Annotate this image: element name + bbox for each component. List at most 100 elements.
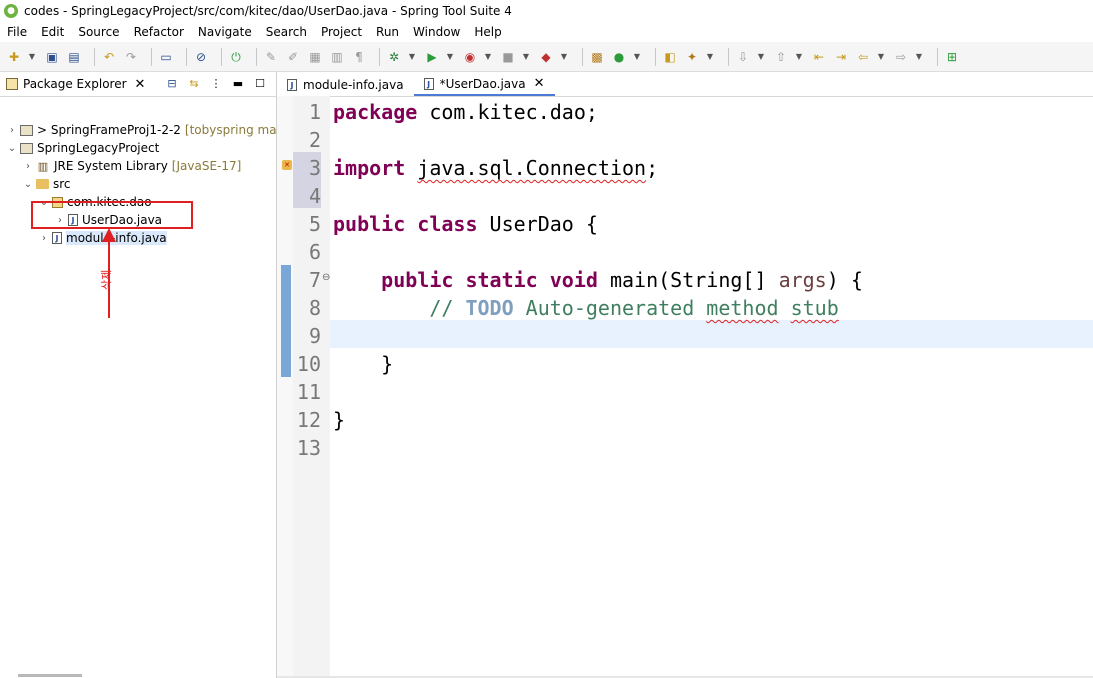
block-select-icon[interactable]: ▥ — [329, 49, 345, 65]
title-bar: ● codes - SpringLegacyProject/src/com/ki… — [0, 0, 1093, 22]
keyword: public — [381, 268, 454, 292]
search-dropdown-icon[interactable]: ▼ — [706, 49, 714, 65]
library-icon: ▥ — [37, 159, 49, 173]
comment-text — [779, 296, 791, 320]
forward-dropdown-icon[interactable]: ▼ — [915, 49, 923, 65]
collapse-all-icon[interactable]: ⊟ — [164, 76, 180, 92]
chevron-right-icon[interactable]: › — [38, 233, 50, 244]
spring-dashboard-icon[interactable]: ⏻ — [228, 49, 244, 65]
menu-refactor[interactable]: Refactor — [127, 25, 191, 39]
menu-run[interactable]: Run — [369, 25, 406, 39]
external-tools-dropdown-icon[interactable]: ▼ — [560, 49, 568, 65]
search-icon[interactable]: ✦ — [684, 49, 700, 65]
last-edit-icon[interactable]: ⇤ — [811, 49, 827, 65]
tree-item-label: > SpringFrameProj1-2-2 — [37, 123, 181, 137]
new-class-icon[interactable]: ● — [611, 49, 627, 65]
code-line-3[interactable]: import java.sql.Connection; — [333, 154, 658, 182]
menu-source[interactable]: Source — [71, 25, 126, 39]
toolbar-separator — [256, 47, 257, 66]
tab-userdao[interactable]: J *UserDao.java ✕ — [413, 73, 555, 96]
java-project-icon — [20, 142, 33, 154]
close-icon[interactable]: ✕ — [135, 77, 146, 92]
back-icon[interactable]: ⇦ — [855, 49, 871, 65]
new-dropdown-icon[interactable]: ▼ — [28, 49, 36, 65]
horizontal-scrollbar[interactable] — [18, 674, 82, 677]
new-class-dropdown-icon[interactable]: ▼ — [633, 49, 641, 65]
run-icon[interactable]: ▶ — [424, 49, 440, 65]
tab-package-explorer[interactable]: Package Explorer ✕ — [0, 72, 145, 96]
menu-search[interactable]: Search — [259, 25, 314, 39]
line-number: 5 — [308, 212, 321, 236]
menu-project[interactable]: Project — [314, 25, 369, 39]
line-number: 13 — [296, 436, 321, 460]
package-explorer-panel: Package Explorer ✕ ⊟ ⇆ ⋮ ▬ ☐ › > SpringF… — [0, 72, 292, 678]
tree-item-springframeproj[interactable]: › > SpringFrameProj1-2-2 [tobyspring mai… — [6, 121, 292, 139]
save-icon[interactable]: ▣ — [44, 49, 60, 65]
fold-toggle-icon[interactable]: ⊖ — [322, 272, 330, 283]
chevron-down-icon[interactable]: ⌄ — [6, 143, 18, 154]
error-marker-icon[interactable]: ✕ — [282, 160, 292, 170]
toggle-mark-icon[interactable]: ✎ — [263, 49, 279, 65]
line-number: 9 — [308, 324, 321, 348]
code-line-10[interactable]: } — [333, 350, 393, 378]
code-line-12[interactable]: } — [333, 406, 345, 434]
debug-icon[interactable]: ✲ — [386, 49, 402, 65]
code-line-8[interactable]: // TODO Auto-generated method stub — [333, 294, 838, 322]
external-tools-icon[interactable]: ◆ — [538, 49, 554, 65]
prev-annotation-icon[interactable]: ⇧ — [773, 49, 789, 65]
minimize-icon[interactable]: ▬ — [230, 76, 246, 92]
menu-edit[interactable]: Edit — [34, 25, 71, 39]
tree-item-src[interactable]: ⌄ src — [22, 175, 71, 193]
code-line-1[interactable]: package com.kitec.dao; — [333, 98, 598, 126]
tree-item-label: src — [53, 177, 71, 191]
stop-icon[interactable]: ■ — [500, 49, 516, 65]
tree-item-jre-system-library[interactable]: › ▥ JRE System Library [JavaSE-17] — [22, 157, 241, 175]
show-whitespace-icon[interactable]: ▦ — [307, 49, 323, 65]
coverage-dropdown-icon[interactable]: ▼ — [484, 49, 492, 65]
toolbar-separator — [655, 47, 656, 66]
back-dropdown-icon[interactable]: ▼ — [877, 49, 885, 65]
menu-help[interactable]: Help — [467, 25, 508, 39]
line-number: 4 — [308, 184, 321, 208]
save-all-icon[interactable]: ▤ — [66, 49, 82, 65]
line-number: 8 — [308, 296, 321, 320]
new-icon[interactable]: ✚ — [6, 49, 22, 65]
undo-icon[interactable]: ↶ — [101, 49, 117, 65]
debug-dropdown-icon[interactable]: ▼ — [408, 49, 416, 65]
prev-annotation-dropdown-icon[interactable]: ▼ — [795, 49, 803, 65]
annotation-ruler[interactable]: ✕ — [277, 96, 293, 678]
tree-item-label: module-info.java — [66, 231, 167, 245]
next-annotation-icon[interactable]: ⇩ — [735, 49, 751, 65]
open-type-icon[interactable]: ▩ — [589, 49, 605, 65]
comment-text: // — [429, 296, 466, 320]
next-edit-icon[interactable]: ⇥ — [833, 49, 849, 65]
code-line-7[interactable]: public static void main(String[] args) { — [333, 266, 863, 294]
menu-file[interactable]: File — [0, 25, 34, 39]
paragraph-icon[interactable]: ¶ — [351, 49, 367, 65]
redo-icon[interactable]: ↷ — [123, 49, 139, 65]
coverage-icon[interactable]: ◉ — [462, 49, 478, 65]
chevron-right-icon[interactable]: › — [6, 125, 18, 136]
code-line-5[interactable]: public class UserDao { — [333, 210, 598, 238]
edit-icon[interactable]: ✐ — [285, 49, 301, 65]
keyword: void — [549, 268, 598, 292]
next-annotation-dropdown-icon[interactable]: ▼ — [757, 49, 765, 65]
run-dropdown-icon[interactable]: ▼ — [446, 49, 454, 65]
stop-dropdown-icon[interactable]: ▼ — [522, 49, 530, 65]
menu-navigate[interactable]: Navigate — [191, 25, 259, 39]
toolbar-separator — [937, 47, 938, 66]
forward-icon[interactable]: ⇨ — [893, 49, 909, 65]
open-perspective-icon[interactable]: ⊞ — [944, 49, 960, 65]
menu-window[interactable]: Window — [406, 25, 467, 39]
link-with-editor-icon[interactable]: ⇆ — [186, 76, 202, 92]
terminal-icon[interactable]: ▭ — [158, 49, 174, 65]
view-menu-icon[interactable]: ⋮ — [208, 76, 224, 92]
tree-item-springlegacyproject[interactable]: ⌄ SpringLegacyProject — [6, 139, 160, 157]
close-icon[interactable]: ✕ — [534, 76, 545, 91]
maximize-icon[interactable]: ☐ — [252, 76, 268, 92]
chevron-right-icon[interactable]: › — [22, 161, 34, 172]
open-folder-icon[interactable]: ◧ — [662, 49, 678, 65]
skip-breakpoints-icon[interactable]: ⊘ — [193, 49, 209, 65]
chevron-down-icon[interactable]: ⌄ — [22, 179, 34, 190]
tab-module-info[interactable]: J module-info.java — [277, 73, 414, 96]
